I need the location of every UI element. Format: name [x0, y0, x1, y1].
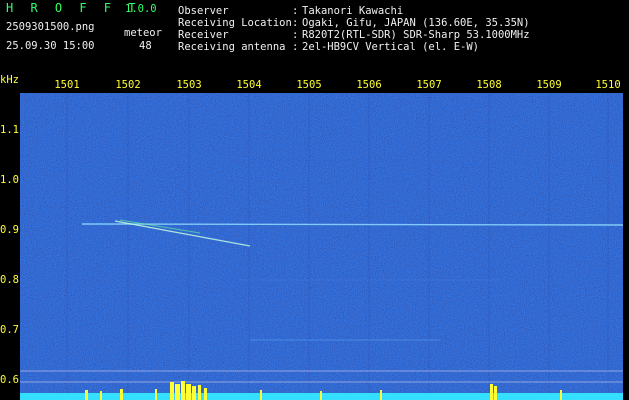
x-tick-1505: 1505	[296, 79, 322, 91]
spectrogram	[20, 93, 623, 400]
x-tick-1503: 1503	[176, 79, 202, 91]
antenna-value: 2el-HB9CV Vertical (el. E-W)	[302, 41, 480, 53]
x-tick-1504: 1504	[236, 79, 262, 91]
file-name: 2509301500.png	[6, 21, 95, 33]
x-tick-1501: 1501	[54, 79, 80, 91]
y-tick-0.7: 0.7	[0, 324, 19, 336]
y-tick-0.8: 0.8	[0, 274, 19, 286]
x-tick-1510: 1510	[595, 79, 621, 91]
app-title: H R O F F T	[6, 1, 141, 15]
timestamp: 25.09.30 15:00	[6, 40, 95, 52]
y-axis-unit: kHz	[0, 74, 19, 86]
y-tick-1.1: 1.1	[0, 124, 19, 136]
antenna-colon: :	[292, 41, 299, 53]
x-tick-1508: 1508	[476, 79, 502, 91]
location-colon: :	[292, 17, 299, 29]
app-version: 1.0.0	[125, 3, 157, 15]
receiver-label: Receiver	[178, 29, 229, 41]
x-tick-1507: 1507	[416, 79, 442, 91]
antenna-label: Receiving antenna	[178, 41, 286, 53]
observer-value: Takanori Kawachi	[302, 5, 404, 17]
meteor-count: 48	[139, 40, 152, 52]
location-label: Receiving Location	[178, 17, 292, 29]
x-tick-1506: 1506	[356, 79, 382, 91]
y-tick-1.0: 1.0	[0, 174, 19, 186]
location-value: Ogaki, Gifu, JAPAN (136.60E, 35.35N)	[302, 17, 530, 29]
spectrogram-noise	[20, 93, 623, 400]
receiver-value: R820T2(RTL-SDR) SDR-Sharp 53.1000MHz	[302, 29, 530, 41]
y-tick-0.6: 0.6	[0, 374, 19, 386]
meteor-label: meteor	[124, 27, 162, 39]
y-tick-0.9: 0.9	[0, 224, 19, 236]
x-tick-1502: 1502	[115, 79, 141, 91]
header-panel: H R O F F T 1.0.0 2509301500.png meteor …	[0, 0, 629, 70]
observer-label: Observer	[178, 5, 229, 17]
observer-colon: :	[292, 5, 299, 17]
x-tick-1509: 1509	[536, 79, 562, 91]
receiver-colon: :	[292, 29, 299, 41]
